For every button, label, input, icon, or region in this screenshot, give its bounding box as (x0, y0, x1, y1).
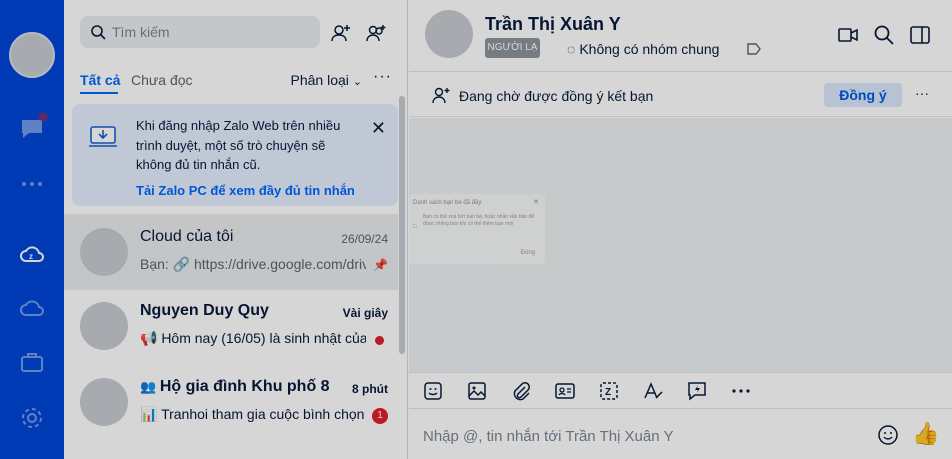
more-icon[interactable] (730, 380, 752, 402)
nav-rail: z (0, 0, 64, 459)
cloud-icon[interactable] (18, 294, 46, 322)
conversation-time: Vài giây (342, 306, 388, 320)
zcloud-icon[interactable]: z (18, 240, 46, 268)
label-tag-icon[interactable] (747, 43, 761, 55)
friend-request-text: Đang chờ được đồng ý kết bạn (459, 88, 654, 104)
tab-all[interactable]: Tất cả (80, 72, 120, 88)
contact-avatar[interactable] (425, 10, 473, 58)
group-icon: 👥 (140, 379, 160, 394)
multi-login-notice: Khi đăng nhập Zalo Web trên nhiều trình … (72, 104, 398, 206)
video-call-icon[interactable] (837, 24, 859, 46)
conversation-item[interactable]: Cloud của tôi 26/09/24 Bạn: 🔗 https://dr… (64, 214, 398, 290)
classify-dropdown[interactable]: Phân loại ⌄ (291, 72, 363, 88)
conversation-preview: Bạn: 🔗 https://drive.google.com/drive/fo… (140, 256, 366, 272)
scrollbar[interactable] (399, 96, 405, 354)
emoji-icon[interactable] (877, 424, 899, 446)
search-placeholder: Tìm kiếm (112, 24, 170, 40)
dialog-close-button[interactable]: Đóng (521, 250, 535, 256)
chat-panel: Trần Thị Xuân Y NGƯỜI LẠ ◌ Không có nhóm … (409, 0, 952, 459)
composer-toolbar: Z (409, 372, 952, 408)
dialog-title: Danh sách bạn bè đã đầy (413, 200, 482, 206)
contact-name[interactable]: Trần Thị Xuân Y (485, 14, 621, 35)
contact-card-icon[interactable] (554, 380, 576, 402)
image-icon[interactable] (466, 380, 488, 402)
svg-text:z: z (29, 252, 33, 261)
add-friend-icon[interactable] (330, 22, 352, 44)
message-input[interactable]: Nhập @, tin nhắn tới Trần Thị Xuân Y 👍 (409, 408, 952, 459)
tab-unread[interactable]: Chưa đọc (131, 72, 193, 88)
conversation-time: 26/09/24 (341, 232, 388, 246)
svg-text:Z: Z (605, 387, 611, 398)
attachment-icon[interactable] (510, 380, 532, 402)
notice-text: Khi đăng nhập Zalo Web trên nhiều trình … (136, 118, 341, 172)
unread-badge (38, 112, 48, 122)
dialog-close-icon[interactable]: ✕ (533, 198, 539, 206)
dialog-body: Bạn có thể xoá bớt bạn bè, hoặc nhắn văn… (423, 214, 535, 227)
classify-label: Phân loại (290, 72, 349, 88)
sticker-icon[interactable] (422, 380, 444, 402)
conversation-time: 8 phút (352, 382, 388, 396)
conversation-item[interactable]: Nguyen Duy Quy Vài giây 📢 Hôm nay (16/05… (64, 288, 398, 364)
pin-icon: 📌 (373, 258, 388, 272)
conversation-panel: Tìm kiếm Tất cả Chưa đọc Phân loại ⌄ ···… (64, 0, 408, 459)
more-options-button[interactable]: ··· (373, 68, 392, 86)
search-icon[interactable] (873, 24, 895, 46)
like-button[interactable]: 👍 (912, 421, 939, 447)
dialog-check-icon: □ (413, 224, 417, 230)
friend-list-full-dialog: Danh sách bạn bè đã đầy ✕ □ Bạn có thể x… (409, 194, 545, 264)
chat-header: Trần Thị Xuân Y NGƯỜI LẠ ◌ Không có nhóm … (409, 0, 952, 72)
sidebar-toggle-icon[interactable] (909, 24, 931, 46)
create-group-icon[interactable] (365, 22, 387, 44)
chevron-down-icon: ⌄ (352, 76, 362, 88)
screenshot-icon[interactable]: Z (598, 380, 620, 402)
message-area: Danh sách bạn bè đã đầy ✕ □ Bạn có thể x… (409, 118, 952, 372)
settings-icon[interactable] (18, 404, 46, 432)
friend-request-bar: Đang chờ được đồng ý kết bạn Đồng ý ··· (409, 73, 952, 117)
active-tab-indicator (80, 92, 118, 94)
more-options-button[interactable]: ··· (915, 85, 929, 101)
text-format-icon[interactable] (642, 380, 664, 402)
conversation-preview: 📊 Tranhoi tham gia cuộc bình chọn (140, 406, 365, 422)
accept-button[interactable]: Đồng ý (824, 83, 902, 107)
search-icon (91, 25, 106, 40)
conversation-name: Nguyen Duy Quy (140, 302, 269, 319)
stranger-badge: NGƯỜI LẠ (485, 38, 540, 58)
add-friend-icon (432, 87, 450, 104)
conversation-name: 👥 Hộ gia đình Khu phố 8 (140, 378, 330, 396)
conversation-name: Cloud của tôi (140, 228, 234, 245)
unread-dot (375, 336, 384, 345)
avatar (80, 378, 128, 426)
more-icon[interactable] (18, 170, 46, 198)
group-name: Hộ gia đình Khu phố 8 (159, 378, 330, 395)
download-laptop-icon (89, 126, 117, 147)
download-pc-link[interactable]: Tải Zalo PC để xem đầy đủ tin nhắn (136, 183, 355, 198)
conversation-item[interactable]: 👥 Hộ gia đình Khu phố 8 8 phút 📊 Tranhoi… (64, 364, 398, 440)
search-input[interactable]: Tìm kiếm (80, 16, 320, 48)
common-groups[interactable]: ◌ Không có nhóm chung (563, 41, 719, 57)
conversation-preview: 📢 Hôm nay (16/05) là sinh nhật của Nguye… (140, 330, 366, 346)
quick-message-icon[interactable] (686, 380, 708, 402)
avatar (80, 228, 128, 276)
avatar (80, 302, 128, 350)
briefcase-icon[interactable] (18, 348, 46, 376)
common-groups-label: Không có nhóm chung (579, 41, 720, 57)
group-circle-icon: ◌ (567, 41, 576, 57)
close-icon[interactable]: ✕ (371, 118, 386, 139)
unread-count-badge: 1 (372, 408, 388, 424)
message-input-placeholder: Nhập @, tin nhắn tới Trần Thị Xuân Y (423, 428, 674, 445)
user-avatar[interactable] (9, 32, 55, 78)
filter-tabs: Tất cả Chưa đọc Phân loại ⌄ ··· (80, 68, 398, 94)
